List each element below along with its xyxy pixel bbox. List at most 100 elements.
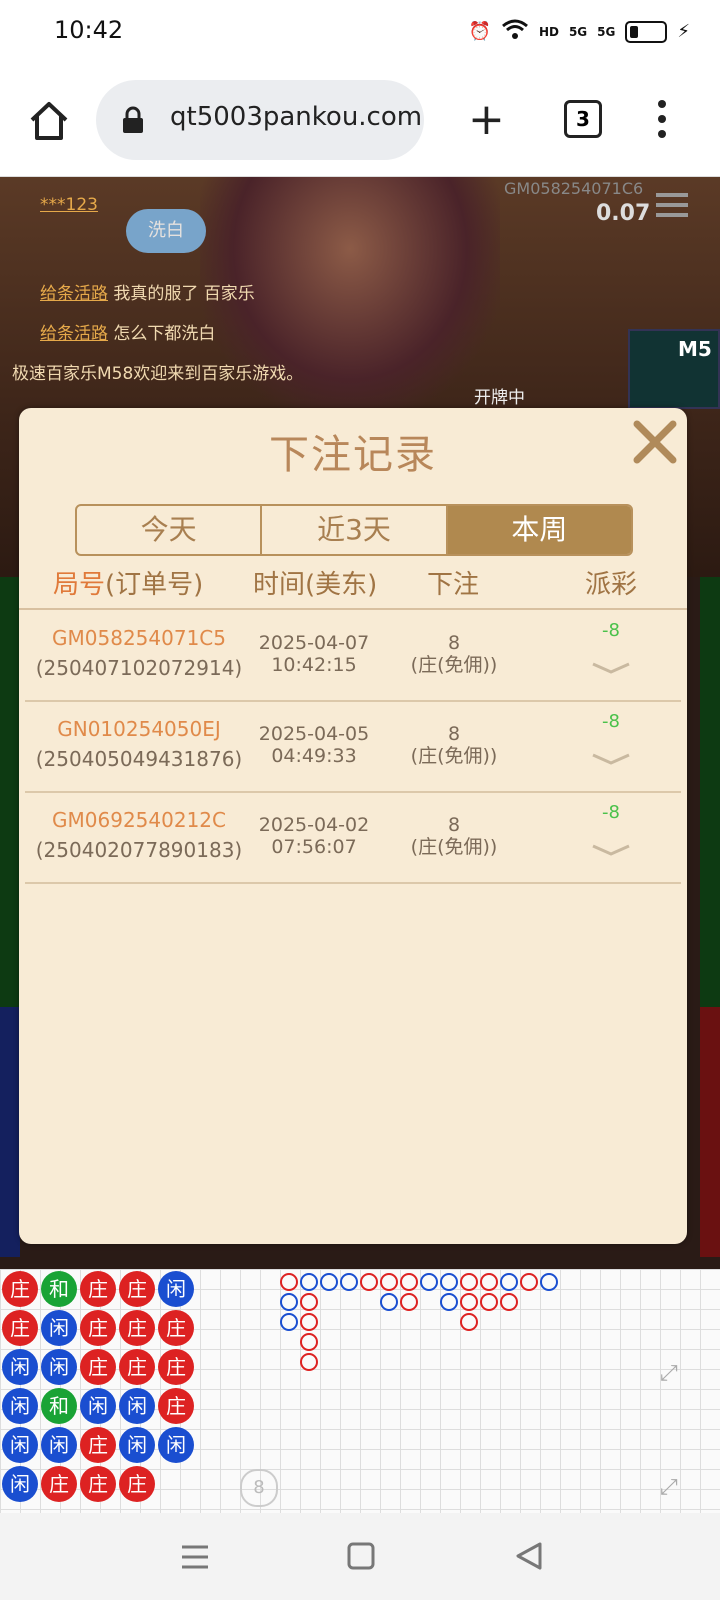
tab-today[interactable]: 今天 [77,506,263,554]
wifi-icon [501,18,529,45]
expand-icon[interactable]: ⤢ [660,1475,678,1500]
menu-icon[interactable] [656,193,688,217]
payout-value: -8 [602,711,620,732]
road-mark [300,1333,318,1351]
road-mark [400,1273,418,1291]
table-row[interactable]: GM058254071C5 (250407102072914) 2025-04-… [25,610,681,702]
table-row[interactable]: GN010254050EJ (250405049431876) 2025-04-… [25,701,681,793]
recents-icon[interactable] [180,1543,210,1575]
close-icon[interactable] [631,418,679,466]
payout-value: -8 [602,802,620,823]
table-row[interactable]: GM0692540212C (250402077890183) 2025-04-… [25,792,681,884]
road-chip: 庄 [2,1271,38,1307]
road-chip: 庄 [80,1349,116,1385]
road-mark [500,1273,518,1291]
column-header-time: 时间(美东) [253,570,378,600]
game-id: GN010254050EJ [57,717,221,741]
order-number: (250405049431876) [35,747,243,771]
road-chip: 和 [41,1388,77,1424]
game-id: GM058254071C5 [52,626,226,650]
column-header-payout: 派彩 [585,570,638,600]
road-chip: 庄 [80,1466,116,1502]
signal-icon: 5G [568,24,588,39]
dialog-title: 下注记录 [269,432,437,478]
road-chip: 庄 [119,1310,155,1346]
road-mark [280,1293,298,1311]
bet-time: 2025-04-07 10:42:15 [258,632,370,676]
road-chip: 闲 [158,1271,194,1307]
game-id-label: GM058254071C6 [504,179,644,198]
status-icons: ⏰ HD 5G 5G ⚡ [469,18,690,45]
road-mark [440,1293,458,1311]
road-mark [420,1273,438,1291]
period-tabs: 今天 近3天 本周 [75,504,633,556]
road-mark [540,1273,558,1291]
charging-icon: ⚡ [677,21,690,42]
road-mark [280,1273,298,1291]
tab-this-week[interactable]: 本周 [447,506,631,554]
username: ***123 [40,195,98,215]
road-mark [500,1293,518,1311]
road-mark [360,1273,378,1291]
road-chip: 庄 [80,1310,116,1346]
signal-icon-2: 5G [597,24,616,39]
bet-time: 2025-04-02 07:56:07 [258,814,370,858]
bet-history-dialog: 下注记录 今天 近3天 本周 局号(订单号) 时间(美东) 下注 派彩 GM05… [19,408,687,1244]
chat-message: 给条活路 我真的服了 百家乐 [40,284,255,304]
back-icon[interactable] [514,1541,544,1575]
url-text: qt5003pankou.com [170,102,420,132]
road-mark [440,1273,458,1291]
chevron-down-icon[interactable] [591,749,631,769]
road-chip: 闲 [2,1427,38,1463]
side-table-preview[interactable]: M5 [628,329,720,409]
address-bar[interactable]: qt5003pankou.com [96,80,424,160]
road-chip: 闲 [2,1349,38,1385]
road-chip: 庄 [2,1310,38,1346]
road-chip: 闲 [41,1349,77,1385]
road-mark [300,1313,318,1331]
road-chip: 庄 [158,1310,194,1346]
road-chip: 庄 [41,1466,77,1502]
game-status: 开牌中 [474,388,525,408]
side-panel [0,577,20,1007]
side-panel [700,1007,720,1257]
hd-icon: HD [538,24,559,39]
road-chip: 庄 [158,1349,194,1385]
road-chip: 闲 [80,1388,116,1424]
balance: 0.07 [596,201,651,226]
road-chip: 庄 [119,1271,155,1307]
chevron-down-icon[interactable] [591,840,631,860]
road-chip: 庄 [119,1466,155,1502]
payout-value: -8 [602,620,620,641]
new-tab-button[interactable]: + [468,98,505,142]
road-mark [280,1313,298,1331]
bet-info: 8 (庄(免佣)) [410,814,498,858]
road-mark [460,1313,478,1331]
tab-switcher-button[interactable]: 3 [564,100,602,138]
order-number: (250407102072914) [35,656,243,680]
road-mark [480,1273,498,1291]
home-icon[interactable] [26,98,72,144]
expand-icon[interactable]: ⤢ [660,1361,678,1386]
road-mark [480,1293,498,1311]
column-header-id: 局号(订单号) [53,570,204,600]
more-menu-icon[interactable] [658,100,666,145]
chevron-down-icon[interactable] [591,658,631,678]
side-panel [0,1007,20,1257]
road-chip: 闲 [41,1310,77,1346]
wash-badge: 洗白 [126,209,206,253]
tab-last-3-days[interactable]: 近3天 [262,506,448,554]
battery-icon [625,20,668,43]
home-nav-icon[interactable] [346,1541,376,1575]
road-mark [300,1273,318,1291]
column-header-bet: 下注 [427,570,480,600]
road-chip: 闲 [2,1466,38,1502]
chat-message: 给条活路 怎么下都洗白 [40,324,216,344]
road-chip: 闲 [119,1388,155,1424]
order-number: (250402077890183) [35,838,243,862]
lock-icon [120,106,146,134]
bet-info: 8 (庄(免佣)) [410,632,498,676]
road-mark [300,1293,318,1311]
status-bar: 10:42 ⏰ HD 5G 5G ⚡ [0,0,720,64]
roadmap: 庄庄闲闲闲闲和闲闲和闲庄庄庄庄闲庄庄庄庄庄闲闲庄闲庄庄庄闲 8 ⤢ ⤢ [0,1269,720,1513]
